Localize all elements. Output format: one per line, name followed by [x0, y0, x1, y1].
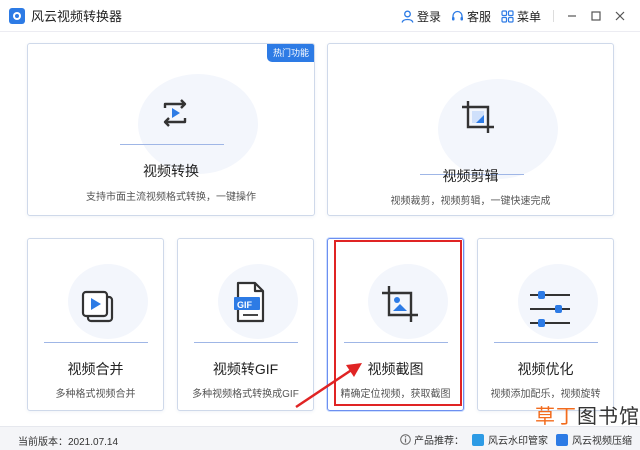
card-title: 视频合并	[67, 361, 124, 377]
menu-icon	[501, 9, 514, 23]
card-video-to-gif[interactable]: GIF 视频转GIF 多种视频格式转换成GIF	[177, 238, 314, 411]
decorative-blob	[438, 79, 558, 179]
menu-button[interactable]: 菜单	[501, 8, 541, 25]
card-video-edit[interactable]: 视频剪辑 视频裁剪，视频剪辑，一键快速完成	[327, 43, 614, 216]
card-description: 多种视频格式转换成GIF	[192, 389, 299, 400]
divider	[553, 10, 554, 22]
close-button[interactable]	[608, 4, 632, 28]
decorative-line	[494, 342, 598, 343]
service-label: 客服	[466, 9, 491, 24]
login-button[interactable]: 登录	[401, 8, 441, 25]
info-icon	[400, 434, 411, 445]
headset-icon	[451, 10, 463, 20]
watermark-text: 草丁图书馆	[535, 400, 640, 429]
card-title: 视频截图	[367, 361, 424, 377]
app-title: 风云视频转换器	[31, 9, 123, 24]
decorative-line	[194, 342, 298, 343]
service-button[interactable]: 客服	[451, 8, 491, 25]
card-description: 精确定位视频，获取截图	[340, 389, 451, 400]
compress-app-icon	[556, 433, 568, 446]
maximize-icon	[591, 11, 601, 21]
card-description: 视频裁剪，视频剪辑，一键快速完成	[390, 196, 551, 207]
title-actions: 登录 客服 菜单	[401, 0, 632, 32]
rec-compress-label: 风云视频压缩	[572, 436, 632, 447]
minimize-icon	[568, 15, 576, 17]
decorative-line	[344, 342, 448, 343]
convert-icon	[163, 99, 187, 127]
gif-icon-text: GIF	[237, 300, 252, 310]
watermark-part2: 图书馆	[577, 404, 640, 428]
menu-label: 菜单	[516, 9, 541, 24]
crop-icon	[462, 101, 494, 133]
card-title: 视频剪辑	[442, 168, 499, 184]
card-video-convert[interactable]: 视频转换 支持市面主流视频格式转换，一键操作 热门功能	[27, 43, 315, 216]
rec-watermark-label: 风云水印管家	[488, 436, 548, 447]
decorative-line	[44, 342, 148, 343]
maximize-button[interactable]	[584, 4, 608, 28]
card-title: 视频优化	[517, 361, 574, 377]
decorative-line	[120, 144, 224, 145]
sliders-icon	[530, 291, 570, 327]
rec-video-compress[interactable]: 风云视频压缩	[556, 432, 632, 447]
status-bar: 当前版本：2021.07.14 产品推荐： 风云水印管家 风云视频压缩	[0, 426, 640, 450]
crop-image-icon	[382, 286, 418, 322]
product-recommend: 产品推荐： 风云水印管家 风云视频压缩	[400, 432, 632, 447]
card-description: 支持市面主流视频格式转换，一键操作	[86, 192, 256, 203]
title-bar: 风云视频转换器 登录 客服 菜单	[0, 0, 640, 32]
watermark-part1: 草丁	[535, 404, 577, 428]
decorative-blob	[138, 74, 258, 174]
card-video-merge[interactable]: 视频合并 多种格式视频合并	[27, 238, 164, 411]
watermark-app-icon	[472, 433, 484, 446]
card-title: 视频转换	[143, 163, 199, 179]
card-video-optimize[interactable]: 视频优化 视频添加配乐，视频旋转	[477, 238, 614, 411]
card-description: 多种格式视频合并	[55, 389, 136, 400]
app-logo-icon	[9, 7, 25, 24]
card-video-screenshot[interactable]: 视频截图 精确定位视频，获取截图	[327, 238, 464, 411]
card-description: 视频添加配乐，视频旋转	[490, 389, 601, 400]
rec-watermark-manager[interactable]: 风云水印管家	[472, 432, 548, 447]
version-text: 当前版本：2021.07.14	[18, 437, 119, 448]
card-title: 视频转GIF	[212, 361, 279, 377]
login-label: 登录	[416, 9, 441, 24]
minimize-button[interactable]	[560, 4, 584, 28]
merge-icon	[81, 290, 114, 323]
user-icon	[401, 10, 414, 23]
hot-badge: 热门功能	[266, 44, 314, 62]
close-icon	[615, 11, 625, 21]
recommend-label: 产品推荐：	[414, 436, 464, 447]
